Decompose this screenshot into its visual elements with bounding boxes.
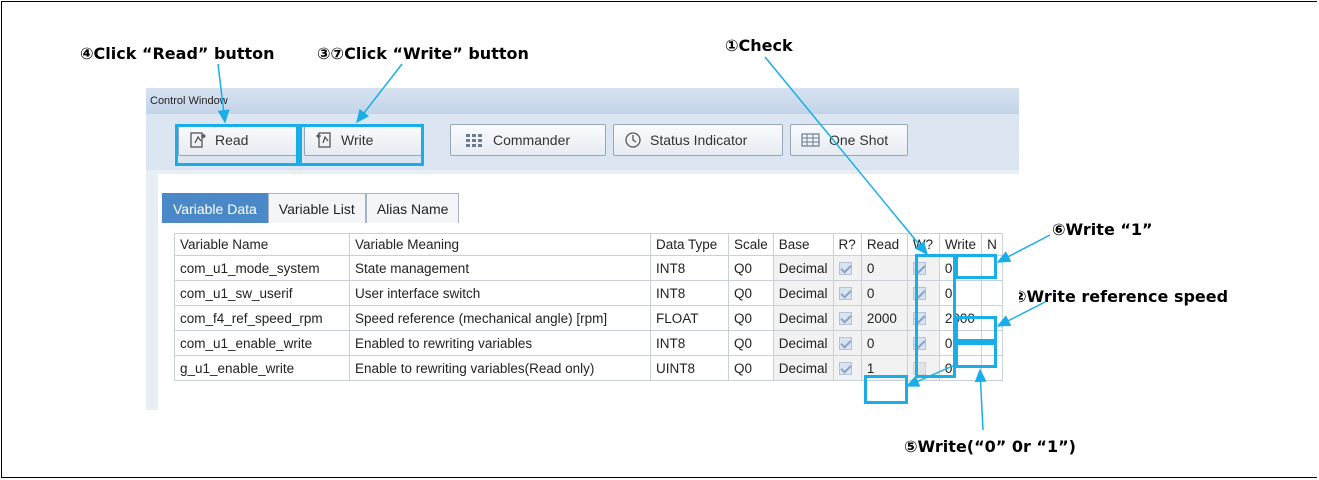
arrow-to-read-value: [905, 364, 956, 387]
callout-arrows: [217, 56, 1051, 431]
arrow-write-reference-speed: [996, 301, 1046, 327]
arrow-check: [764, 56, 928, 256]
arrow-write-0-or-1: [974, 368, 987, 431]
arrow-write-1: [996, 234, 1051, 263]
arrow-write: [356, 63, 403, 124]
arrow-read: [217, 63, 230, 124]
